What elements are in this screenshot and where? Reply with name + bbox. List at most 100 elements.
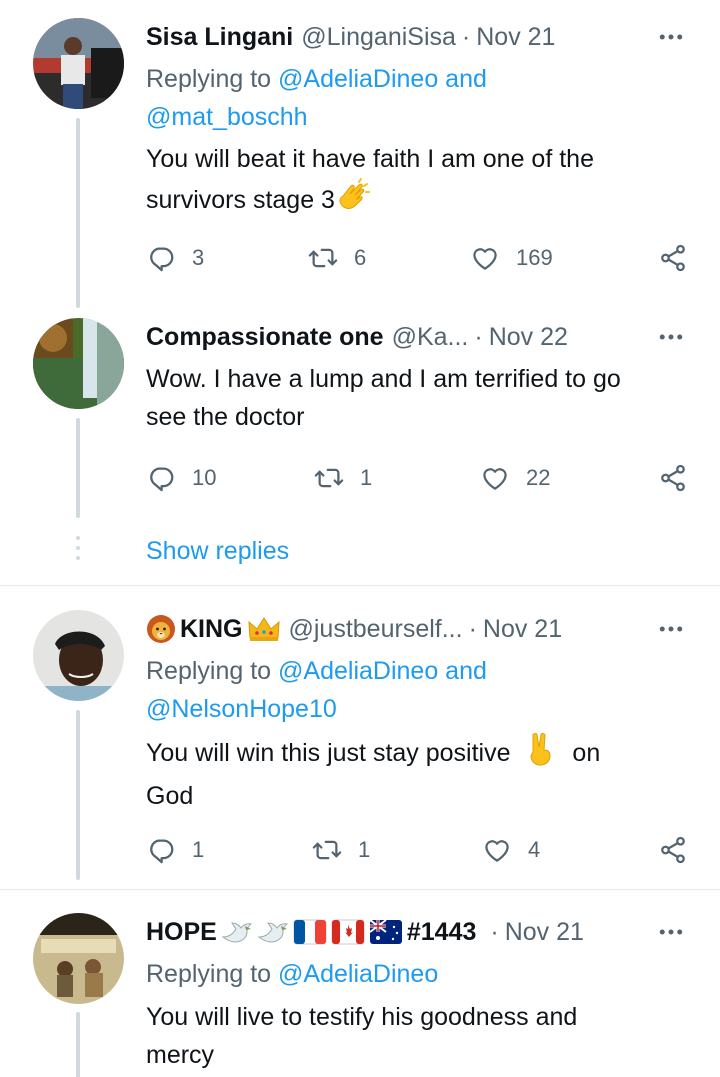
username[interactable]: @justbeurself... [289, 615, 463, 644]
mention-link[interactable]: @AdeliaDineo and [278, 65, 487, 93]
display-name[interactable]: HOPE #1443 [146, 917, 476, 947]
divider [0, 585, 720, 586]
timestamp[interactable]: Nov 21 [483, 615, 562, 644]
avatar[interactable] [33, 18, 124, 109]
retweet-button[interactable]: 1 [312, 830, 370, 870]
share-icon [658, 835, 688, 865]
victory-hand-emoji [527, 732, 555, 777]
canada-flag-emoji [331, 919, 365, 945]
tweet-text-line: God [146, 782, 194, 810]
heart-icon [470, 243, 500, 273]
lion-emoji [147, 615, 175, 643]
tweet-text-line: see the doctor [146, 403, 305, 431]
reply-button[interactable]: 3 [146, 238, 204, 278]
thread-line [76, 418, 80, 518]
tweet-actions: 3 6 169 [146, 238, 688, 278]
heart-icon [482, 835, 512, 865]
display-name[interactable]: Compassionate one [146, 323, 384, 352]
retweet-count: 1 [360, 465, 373, 490]
retweet-count: 1 [358, 837, 371, 862]
tweet-header: Sisa Lingani @LinganiSisa · Nov 21 [146, 20, 600, 54]
replying-to-label: Replying to [146, 960, 279, 988]
username[interactable]: @LinganiSisa [301, 23, 456, 52]
mention-link[interactable]: @mat_boschh [146, 103, 308, 131]
like-button[interactable]: 4 [482, 830, 540, 870]
mention-link[interactable]: @AdeliaDineo and [278, 657, 487, 685]
like-button[interactable]: 169 [470, 238, 553, 278]
retweet-icon [314, 463, 344, 493]
australia-flag-emoji [369, 919, 402, 944]
tweet-header: KING @justbeurself... · Nov 21 [146, 612, 600, 646]
retweet-count: 6 [354, 245, 367, 270]
share-button[interactable] [658, 243, 688, 278]
more-icon[interactable] [654, 612, 688, 646]
tweet-actions: 10 1 22 [146, 458, 688, 498]
timestamp[interactable]: Nov 21 [505, 918, 584, 947]
like-count: 4 [528, 837, 541, 862]
retweet-button[interactable]: 1 [314, 458, 372, 498]
avatar[interactable] [33, 610, 124, 701]
tweet-text: Wow. I have a lump and I am terrified to… [146, 360, 680, 436]
timestamp[interactable]: Nov 21 [476, 23, 555, 52]
reply-icon [146, 463, 176, 493]
retweet-icon [312, 835, 342, 865]
avatar[interactable] [33, 913, 124, 1004]
display-name-text: KING [180, 614, 243, 643]
show-replies-link[interactable]: Show replies [146, 534, 289, 568]
divider [0, 889, 720, 890]
thread-dots [76, 536, 80, 566]
retweet-button[interactable]: 6 [308, 238, 366, 278]
reply-count: 1 [192, 837, 205, 862]
tweet-text-line: mercy [146, 1041, 215, 1069]
share-icon [658, 243, 688, 273]
tweet-text: You will beat it have faith I am one of … [146, 140, 680, 225]
tweet-text: You will win this just stay positive on … [146, 732, 680, 815]
share-button[interactable] [658, 463, 688, 498]
more-icon[interactable] [654, 20, 688, 54]
tweet-text-line: You will beat it have faith I am one of … [146, 145, 594, 173]
mention-link[interactable]: @AdeliaDineo [278, 960, 438, 988]
tweet-text-line: You will win this just stay positive [146, 739, 511, 768]
tweet-text-line: You will live to testify his goodness an… [146, 1003, 578, 1031]
dove-emoji [257, 922, 289, 943]
share-button[interactable] [658, 835, 688, 870]
replying-to-label: Replying to [146, 65, 279, 93]
tweet-text-line: on [572, 739, 601, 768]
separator: · [474, 322, 483, 351]
timestamp[interactable]: Nov 22 [489, 323, 568, 352]
like-button[interactable]: 22 [480, 458, 550, 498]
thread-line [76, 710, 80, 880]
thread-line [76, 1012, 80, 1077]
more-icon[interactable] [654, 320, 688, 354]
tweet-header: HOPE #1443 · Nov 21 [146, 915, 600, 949]
replying-to: Replying to @AdeliaDineo [146, 955, 680, 993]
avatar[interactable] [33, 318, 124, 409]
reply-count: 3 [192, 245, 205, 270]
reply-count: 10 [192, 465, 217, 490]
retweet-icon [308, 243, 338, 273]
like-count: 169 [516, 245, 553, 270]
clapping-hands-emoji [335, 178, 371, 225]
france-flag-emoji [293, 919, 327, 945]
thread-line [76, 118, 80, 308]
reply-icon [146, 243, 176, 273]
tweet-text: You will live to testify his goodness an… [146, 998, 680, 1074]
tweet-actions: 1 1 4 [146, 830, 688, 870]
reply-icon [146, 835, 176, 865]
replying-to-label: Replying to [146, 657, 279, 685]
mention-link[interactable]: @NelsonHope10 [146, 695, 337, 723]
username[interactable]: @Ka... [392, 323, 469, 352]
separator: · [468, 614, 477, 643]
replying-to: Replying to @AdeliaDineo and @NelsonHope… [146, 652, 680, 728]
more-icon[interactable] [654, 915, 688, 949]
reply-button[interactable]: 1 [146, 830, 204, 870]
tweet-text-line: Wow. I have a lump and I am terrified to… [146, 365, 621, 393]
display-name-text: #1443 [406, 917, 477, 946]
heart-icon [480, 463, 510, 493]
tweet-text-line: survivors stage 3 [146, 186, 335, 215]
display-name[interactable]: Sisa Lingani [146, 23, 293, 52]
reply-button[interactable]: 10 [146, 458, 216, 498]
tweet-header: Compassionate one @Ka... · Nov 22 [146, 320, 600, 354]
display-name[interactable]: KING [146, 614, 281, 644]
display-name-text: HOPE [146, 917, 217, 946]
